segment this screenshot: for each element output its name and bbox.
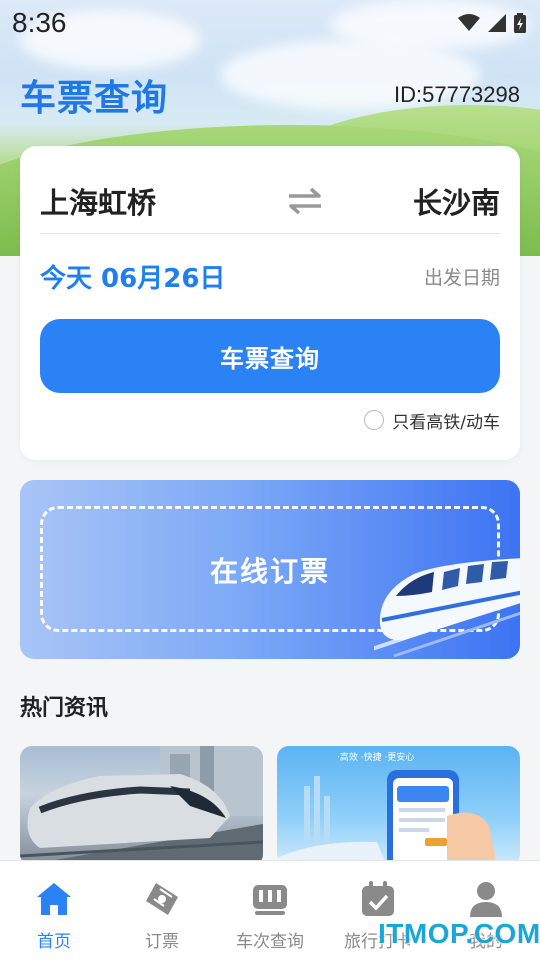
nav-home[interactable]: 首页 <box>0 861 108 960</box>
ticket-icon <box>142 879 182 919</box>
train-schedule-icon <box>250 879 290 919</box>
wifi-icon <box>458 14 480 31</box>
to-station[interactable]: 长沙南 <box>413 180 500 222</box>
date-row[interactable]: 今天 06月26日 出发日期 <box>40 252 500 300</box>
status-icons <box>458 13 526 33</box>
phone-booking-illustration <box>277 770 497 866</box>
bullet-train-illustration <box>374 558 520 658</box>
home-icon <box>34 879 74 919</box>
user-id: ID:57773298 <box>394 82 520 107</box>
nav-tickets[interactable]: 订票 <box>108 861 216 960</box>
calendar-check-icon <box>358 879 398 919</box>
status-bar: 8:36 <box>0 0 540 46</box>
high-speed-only-label: 只看高铁/动车 <box>392 412 500 433</box>
departure-date[interactable]: 今天 06月26日 <box>40 258 225 295</box>
status-time: 8:36 <box>12 7 67 38</box>
page-title: 车票查询 <box>20 78 169 119</box>
news-heading: 热门资讯 <box>20 696 109 721</box>
nav-label-tickets: 订票 <box>145 932 179 952</box>
nav-train-schedule[interactable]: 车次查询 <box>216 861 324 960</box>
station-row: 上海虹桥 长沙南 <box>40 168 500 234</box>
battery-icon <box>514 13 526 33</box>
departure-date-label: 出发日期 <box>423 266 500 289</box>
site-watermark: ITMOP.COM <box>378 918 540 949</box>
high-speed-filter[interactable]: 只看高铁/动车 <box>364 408 500 433</box>
swap-stations-button[interactable] <box>285 181 325 221</box>
ticket-query-card: 上海虹桥 长沙南 今天 06月26日 出发日期 车票查询 只看高铁/动车 <box>20 146 520 460</box>
from-station[interactable]: 上海虹桥 <box>40 180 156 222</box>
news-card-train[interactable] <box>20 746 263 866</box>
train-station-photo <box>20 746 263 866</box>
nav-label-home: 首页 <box>37 932 71 952</box>
user-icon <box>466 879 506 919</box>
title-row: 车票查询 ID:57773298 <box>0 70 540 120</box>
news-card-mobile-booking[interactable]: ·高效 ·快捷 ·更安心 <box>277 746 520 866</box>
search-tickets-button[interactable]: 车票查询 <box>40 319 500 393</box>
online-booking-banner[interactable]: 在线订票 <box>20 480 520 659</box>
nav-label-train-schedule: 车次查询 <box>236 932 304 952</box>
high-speed-only-checkbox[interactable] <box>364 410 385 430</box>
swap-icon <box>288 187 321 214</box>
signal-icon <box>488 14 506 32</box>
